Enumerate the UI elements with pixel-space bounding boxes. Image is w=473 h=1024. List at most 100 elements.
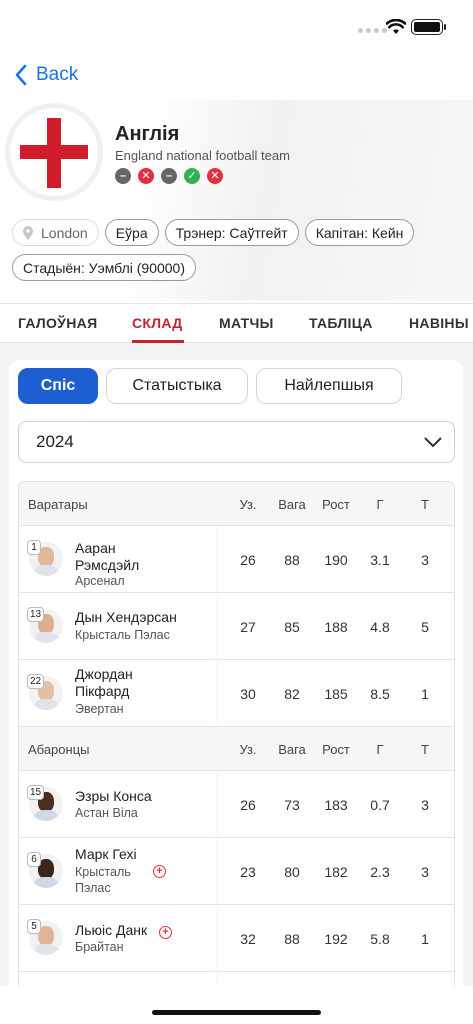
- cell-goals: 0.7: [370, 797, 390, 813]
- season-select[interactable]: 2024: [18, 421, 455, 463]
- player-name: Ааран Рэмсдэйл: [75, 540, 140, 573]
- tournament-chip[interactable]: Еўра: [104, 219, 159, 246]
- form-loss-icon: ✕: [207, 168, 223, 184]
- table-row[interactable]: 1 Ааран Рэмсдэйл Арсенал 26 88 190 3.1 3: [19, 526, 454, 593]
- cell-weight: 73: [284, 797, 300, 813]
- chevron-down-icon: [424, 437, 442, 447]
- cell-goals: 5.8: [370, 931, 390, 947]
- column-height[interactable]: Рост: [316, 497, 356, 512]
- player-club: Эвертан: [75, 702, 124, 716]
- tab-matches[interactable]: МАТЧЫ: [219, 315, 274, 331]
- cell-goals: 8.5: [370, 686, 390, 702]
- segment-list[interactable]: Спіс: [18, 368, 98, 404]
- location-pin-icon: [23, 225, 33, 240]
- cell-apps: 26: [240, 797, 256, 813]
- table-group-header: Варатары Уз. Вага Рост Г Т: [19, 482, 454, 526]
- column-goals[interactable]: Г: [360, 742, 400, 757]
- column-weight[interactable]: Вага: [272, 497, 312, 512]
- table-row[interactable]: 15 Эзры Конса Астан Віла 26 73 183 0.7 3: [19, 771, 454, 838]
- cell-apps: 27: [240, 619, 256, 635]
- player-club: Крысталь Пэлас: [75, 628, 170, 642]
- cell-height: 182: [324, 864, 348, 880]
- group-title: Абаронцы: [28, 742, 90, 757]
- home-indicator-bar: [0, 986, 473, 1024]
- tab-news[interactable]: НАВІНЫ: [409, 315, 469, 331]
- table-row[interactable]: 6 Марк Гехі Крысталь Пэлас + 23 80 182 2…: [19, 838, 454, 905]
- signal-icon: [358, 28, 387, 33]
- player-name: Марк Гехі: [75, 846, 137, 862]
- battery-icon: [411, 19, 446, 35]
- tab-table[interactable]: ТАБЛІЦА: [309, 315, 373, 331]
- player-number: 1: [27, 540, 41, 555]
- player-number: 15: [27, 785, 45, 800]
- tab-squad[interactable]: СКЛАД: [132, 315, 183, 331]
- status-bar: [0, 0, 473, 56]
- cell-goals: 2.3: [370, 864, 390, 880]
- chevron-left-icon: [15, 64, 27, 86]
- coach-chip[interactable]: Трэнер: Саўтгейт: [164, 219, 299, 246]
- form-win-icon: ✓: [184, 168, 200, 184]
- column-weight[interactable]: Вага: [272, 742, 312, 757]
- cell-apps: 30: [240, 686, 256, 702]
- team-logo: [10, 108, 98, 196]
- player-club: Брайтан: [75, 940, 124, 954]
- column-t[interactable]: Т: [405, 742, 445, 757]
- wifi-icon: [386, 19, 406, 34]
- home-indicator[interactable]: [152, 1010, 321, 1015]
- cell-weight: 88: [284, 552, 300, 568]
- cell-height: 185: [324, 686, 348, 702]
- player-name: Дын Хендэрсан: [75, 609, 177, 625]
- cell-weight: 85: [284, 619, 300, 635]
- team-name: Англія: [115, 123, 180, 145]
- table-group-header: Абаронцы Уз. Вага Рост Г Т: [19, 727, 454, 771]
- group-title: Варатары: [28, 497, 88, 512]
- cell-weight: 88: [284, 931, 300, 947]
- form-draw-icon: –: [161, 168, 177, 184]
- section-tabs: ГАЛОЎНАЯ СКЛАД МАТЧЫ ТАБЛІЦА НАВІНЫ: [0, 303, 473, 343]
- player-name: Льюіс Данк: [75, 922, 148, 938]
- table-row[interactable]: 22 Джордан Пікфард Эвертан 30 82 185 8.5 …: [19, 660, 454, 727]
- cell-apps: 26: [240, 552, 256, 568]
- cell-height: 183: [324, 797, 348, 813]
- location-label: London: [41, 224, 88, 241]
- cell-t: 3: [421, 864, 429, 880]
- season-value: 2024: [36, 432, 74, 451]
- column-height[interactable]: Рост: [316, 742, 356, 757]
- player-club: Крысталь Пэлас: [75, 865, 131, 895]
- location-chip: London: [12, 219, 99, 246]
- cell-height: 192: [324, 931, 348, 947]
- cell-t: 1: [421, 931, 429, 947]
- cell-goals: 3.1: [370, 552, 390, 568]
- column-t[interactable]: Т: [405, 497, 445, 512]
- cell-apps: 32: [240, 931, 256, 947]
- segment-best[interactable]: Найлепшыя: [256, 368, 402, 404]
- stadium-chip[interactable]: Стадыён: Уэмблі (90000): [12, 254, 196, 281]
- player-club: Арсенал: [75, 574, 125, 588]
- recent-form: – ✕ – ✓ ✕: [115, 168, 223, 184]
- form-loss-icon: ✕: [138, 168, 154, 184]
- cell-apps: 23: [240, 864, 256, 880]
- tab-main[interactable]: ГАЛОЎНАЯ: [18, 315, 97, 331]
- cell-t: 5: [421, 619, 429, 635]
- player-number: 6: [27, 852, 41, 867]
- team-info-chips: London Еўра Трэнер: Саўтгейт Капітан: Ке…: [12, 219, 467, 281]
- table-row[interactable]: 13 Дын Хендэрсан Крысталь Пэлас 27 85 18…: [19, 593, 454, 660]
- column-apps[interactable]: Уз.: [228, 497, 268, 512]
- back-button[interactable]: Back: [14, 64, 78, 86]
- cell-height: 190: [324, 552, 348, 568]
- cell-weight: 82: [284, 686, 300, 702]
- squad-table: Варатары Уз. Вага Рост Г Т 1 Ааран Рэмсдэ…: [18, 481, 455, 993]
- column-goals[interactable]: Г: [360, 497, 400, 512]
- player-name: Джордан Пікфард: [75, 666, 133, 699]
- captain-chip[interactable]: Капітан: Кейн: [304, 219, 415, 246]
- cell-t: 3: [421, 797, 429, 813]
- player-number: 5: [27, 919, 41, 934]
- team-subtitle: England national football team: [115, 148, 290, 163]
- injury-icon: +: [159, 926, 172, 939]
- cell-goals: 4.8: [370, 619, 390, 635]
- form-draw-icon: –: [115, 168, 131, 184]
- segment-statistics[interactable]: Статыстыка: [106, 368, 248, 404]
- column-apps[interactable]: Уз.: [228, 742, 268, 757]
- player-club: Астан Віла: [75, 806, 138, 820]
- table-row[interactable]: 5 Льюіс Данк Брайтан + 32 88 192 5.8 1: [19, 905, 454, 972]
